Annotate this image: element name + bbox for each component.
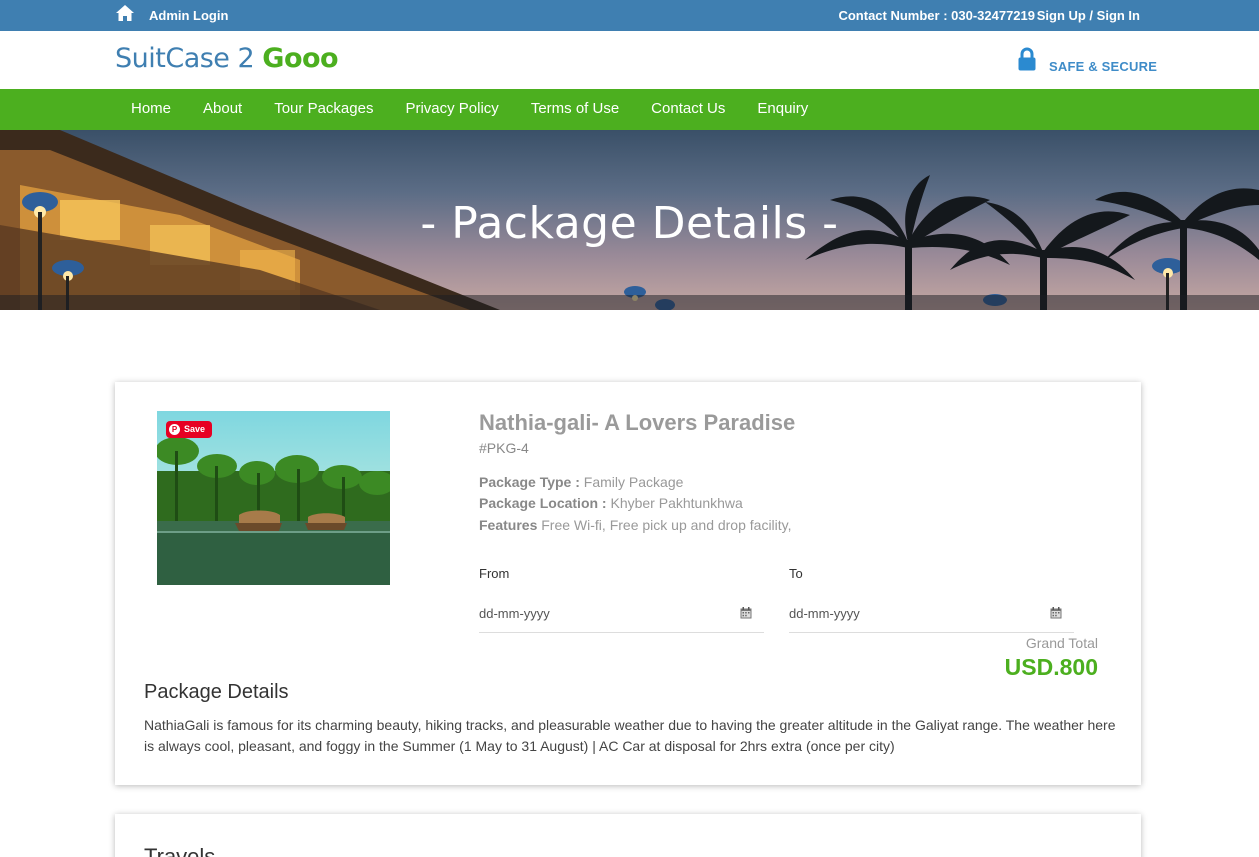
- package-type-label: Package Type :: [479, 474, 580, 490]
- grand-total-label: Grand Total: [1025, 635, 1098, 651]
- package-location-label: Package Location :: [479, 495, 607, 511]
- nav-item-about[interactable]: About: [187, 89, 258, 130]
- travels-card: Travels: [115, 814, 1141, 857]
- safe-secure-label: SAFE & SECURE: [1049, 59, 1158, 74]
- pinterest-icon: P: [169, 424, 180, 435]
- calendar-icon[interactable]: [1050, 607, 1062, 619]
- package-location-value: Khyber Pakhtunkhwa: [610, 495, 743, 511]
- to-date-input[interactable]: dd-mm-yyyy: [789, 600, 1074, 633]
- admin-login-link[interactable]: Admin Login: [149, 8, 228, 23]
- contact-number: Contact Number : 030-32477219: [838, 8, 1035, 23]
- from-date-placeholder: dd-mm-yyyy: [479, 606, 550, 621]
- package-details-heading: Package Details: [144, 681, 289, 703]
- package-card: P Save Nathia-gali- A Lovers Paradise #P…: [115, 382, 1141, 785]
- nav-item-contact-us[interactable]: Contact Us: [635, 89, 741, 130]
- nav-item-privacy-policy[interactable]: Privacy Policy: [389, 89, 514, 130]
- save-label: Save: [184, 424, 206, 434]
- nav-item-terms-of-use[interactable]: Terms of Use: [515, 89, 635, 130]
- hero-banner: - Package Details -: [0, 130, 1259, 310]
- site-logo[interactable]: SuitCase 2 Gooo: [115, 43, 339, 74]
- from-date-input[interactable]: dd-mm-yyyy: [479, 600, 764, 633]
- package-details-text: NathiaGali is famous for its charming be…: [144, 717, 1116, 754]
- logo-text-green: Gooo: [262, 43, 339, 74]
- to-label: To: [789, 566, 803, 581]
- calendar-icon[interactable]: [740, 607, 752, 619]
- travels-heading: Travels: [144, 844, 216, 857]
- package-location: Package Location : Khyber Pakhtunkhwa: [479, 495, 743, 511]
- sign-in-link[interactable]: Sign Up / Sign In: [1037, 8, 1140, 23]
- package-features-value: Free Wi-fi, Free pick up and drop facili…: [541, 517, 792, 533]
- package-title: Nathia-gali- A Lovers Paradise: [479, 410, 796, 435]
- package-features-label: Features: [479, 517, 538, 533]
- nav-item-tour-packages[interactable]: Tour Packages: [258, 89, 389, 130]
- site-header: SuitCase 2 Gooo SAFE & SECURE: [0, 31, 1259, 89]
- to-date-placeholder: dd-mm-yyyy: [789, 606, 860, 621]
- package-type-value: Family Package: [583, 474, 684, 490]
- package-type: Package Type : Family Package: [479, 474, 683, 490]
- package-features: Features Free Wi-fi, Free pick up and dr…: [479, 517, 792, 533]
- top-bar: Admin Login Contact Number : 030-3247721…: [0, 0, 1259, 31]
- pinterest-save-button[interactable]: P Save: [166, 421, 213, 438]
- home-icon[interactable]: [115, 4, 135, 22]
- lock-icon: [1018, 47, 1036, 71]
- nav-item-home[interactable]: Home: [115, 89, 187, 130]
- main-nav: Home About Tour Packages Privacy Policy …: [0, 89, 1259, 130]
- logo-text-blue: SuitCase 2: [115, 43, 255, 74]
- grand-total-value: USD.800: [1004, 654, 1098, 680]
- hero-title: - Package Details -: [420, 198, 839, 249]
- nav-item-enquiry[interactable]: Enquiry: [741, 89, 824, 130]
- from-label: From: [479, 566, 510, 581]
- package-id: #PKG-4: [479, 440, 529, 456]
